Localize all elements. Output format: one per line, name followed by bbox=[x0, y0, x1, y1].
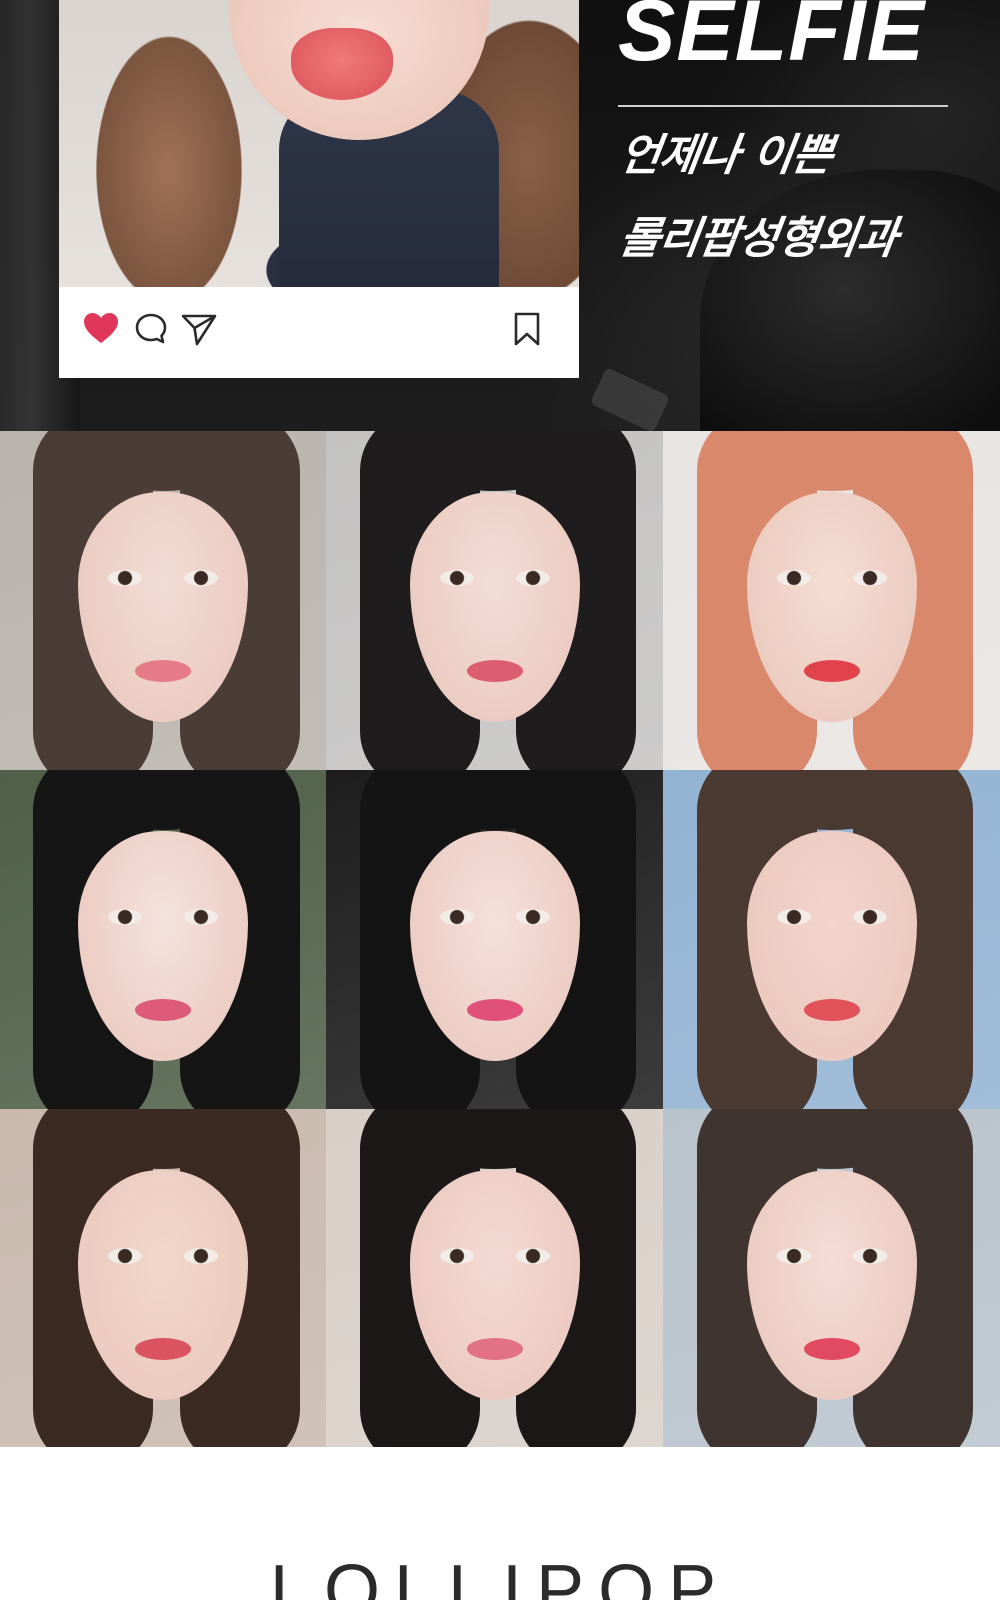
mouth bbox=[135, 999, 191, 1022]
hero-tagline-line2: 롤리팝성형외과 bbox=[616, 213, 901, 264]
mouth bbox=[803, 999, 860, 1022]
selfie-tile[interactable] bbox=[326, 770, 663, 1109]
hero-banner: SELFIE 언제나 이쁜 롤리팝성형외과 bbox=[0, 0, 1000, 431]
eye-left bbox=[776, 1247, 811, 1264]
bookmark-icon[interactable] bbox=[507, 309, 547, 349]
comment-icon[interactable] bbox=[131, 309, 171, 349]
post-photo bbox=[59, 0, 579, 287]
selfie-tile[interactable] bbox=[663, 1109, 1000, 1447]
mouth bbox=[466, 660, 523, 683]
eye-left bbox=[439, 909, 474, 926]
selfie-tile[interactable] bbox=[663, 431, 1000, 770]
selfie-tile[interactable] bbox=[326, 1109, 663, 1447]
mouth bbox=[466, 1337, 523, 1360]
brand-logo: LOLLIPOP bbox=[269, 1551, 731, 1600]
instagram-post-card bbox=[59, 0, 579, 378]
necklace-decoration bbox=[589, 367, 671, 431]
eye-left bbox=[439, 1247, 474, 1264]
eye-left bbox=[108, 570, 142, 587]
eye-left bbox=[108, 909, 142, 926]
footer: LOLLIPOP bbox=[0, 1447, 1000, 1600]
mouth bbox=[803, 1337, 860, 1360]
eye-right bbox=[852, 909, 887, 926]
selfie-tile[interactable] bbox=[663, 770, 1000, 1109]
eye-left bbox=[776, 570, 811, 587]
eye-right bbox=[184, 1247, 218, 1264]
eye-right bbox=[515, 1247, 550, 1264]
mouth bbox=[803, 660, 860, 683]
lips bbox=[291, 28, 393, 100]
post-action-bar bbox=[59, 287, 579, 378]
selfie-tile[interactable] bbox=[0, 770, 326, 1109]
eye-right bbox=[184, 909, 218, 926]
selfie-tile[interactable] bbox=[326, 431, 663, 770]
selfie-tile[interactable] bbox=[0, 1109, 326, 1447]
hero-background-hair-right bbox=[700, 170, 1000, 431]
eye-right bbox=[515, 909, 550, 926]
eye-right bbox=[852, 1247, 887, 1264]
mouth bbox=[135, 1337, 191, 1360]
selfie-tile[interactable] bbox=[0, 431, 326, 770]
selfie-photo-grid bbox=[0, 431, 1000, 1447]
title-divider bbox=[618, 105, 948, 107]
send-icon[interactable] bbox=[179, 309, 219, 349]
eye-left bbox=[776, 909, 811, 926]
eye-right bbox=[515, 570, 550, 587]
eye-left bbox=[439, 570, 474, 587]
mouth bbox=[466, 999, 523, 1022]
eye-right bbox=[184, 570, 218, 587]
hero-title: SELFIE bbox=[618, 0, 926, 79]
mouth bbox=[135, 660, 191, 683]
eye-right bbox=[852, 570, 887, 587]
heart-icon[interactable] bbox=[81, 309, 121, 349]
eye-left bbox=[108, 1247, 142, 1264]
hero-tagline-line1: 언제나 이쁜 bbox=[616, 130, 836, 181]
